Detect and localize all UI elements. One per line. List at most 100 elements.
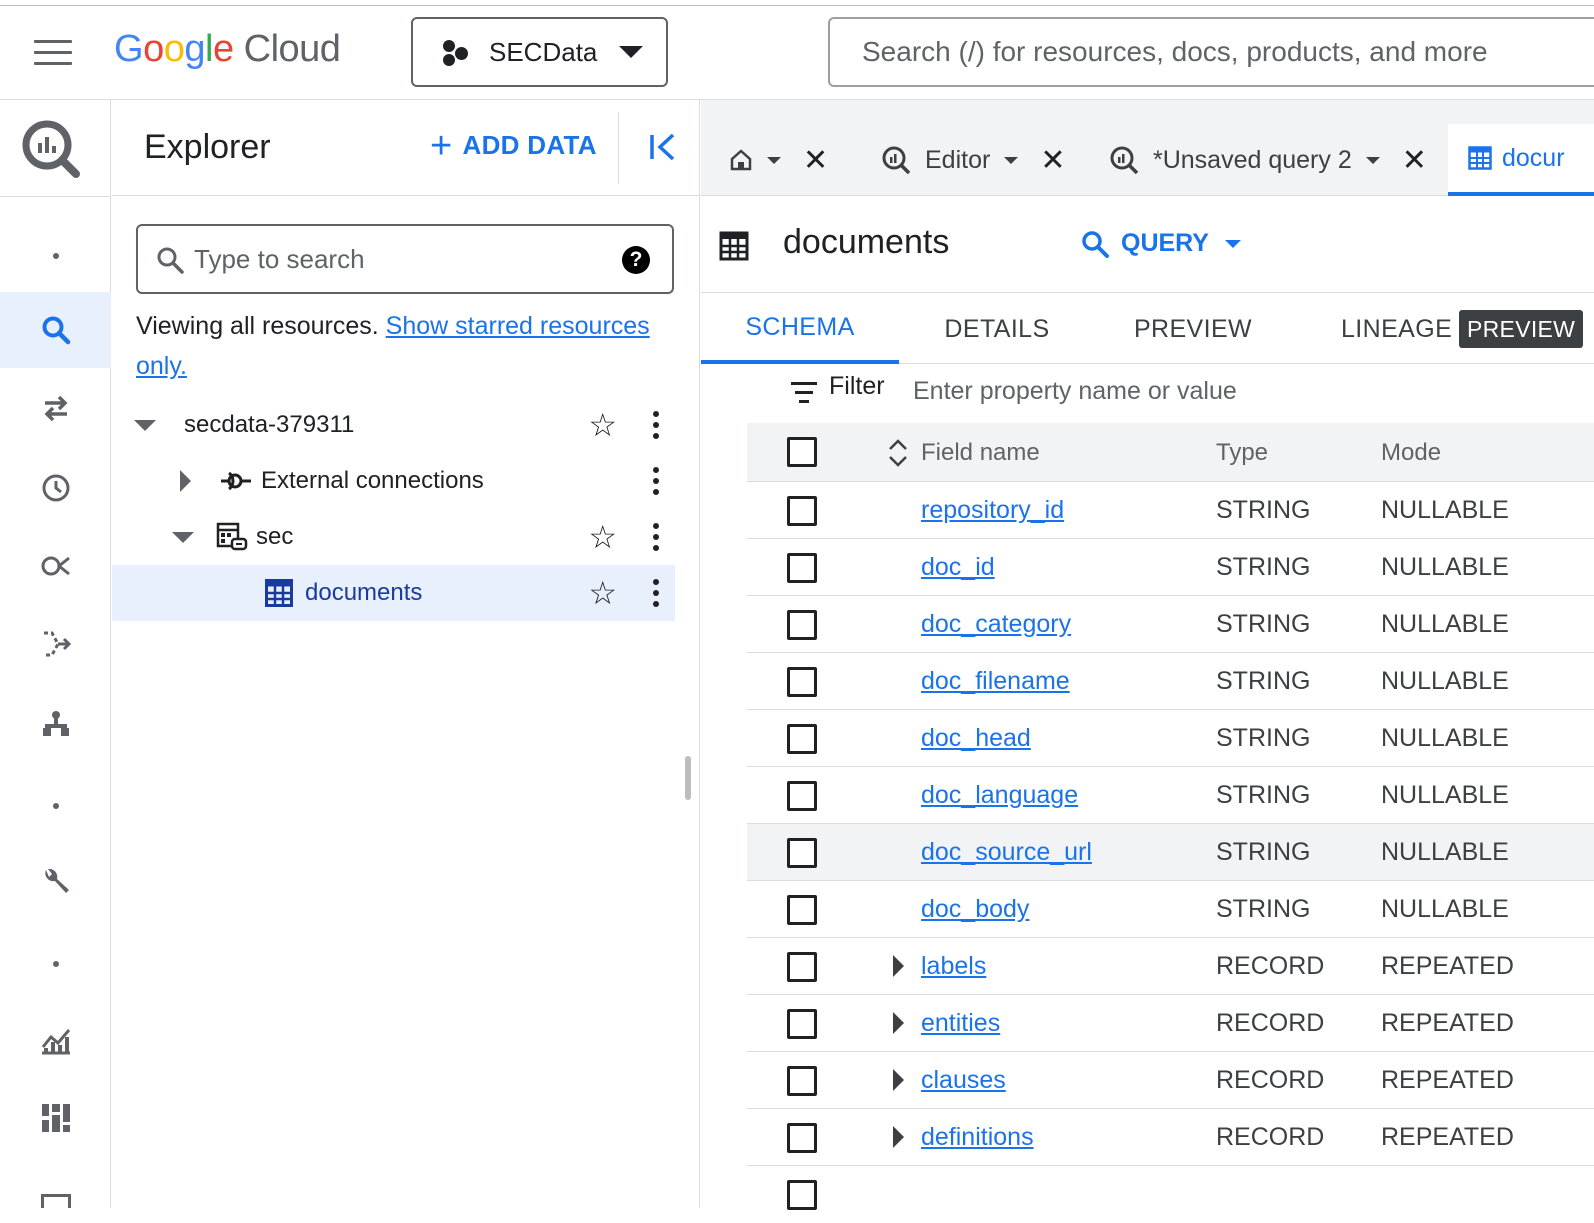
table-row[interactable]: entities RECORD REPEATED bbox=[747, 995, 1594, 1052]
rail-item-monitoring[interactable] bbox=[0, 1002, 111, 1078]
tab-schema[interactable]: SCHEMA bbox=[701, 294, 899, 364]
collapse-panel-icon[interactable] bbox=[646, 130, 680, 164]
row-checkbox[interactable] bbox=[787, 1009, 817, 1039]
row-checkbox[interactable] bbox=[787, 610, 817, 640]
chevron-down-icon[interactable] bbox=[767, 156, 781, 164]
tree-node-dataset-sec[interactable]: sec ☆ bbox=[112, 509, 675, 565]
rail-item-partner-center[interactable] bbox=[0, 686, 111, 762]
table-row[interactable]: doc_category STRING NULLABLE bbox=[747, 596, 1594, 653]
tab-details[interactable]: DETAILS bbox=[899, 294, 1095, 364]
rail-item-settings[interactable] bbox=[0, 844, 111, 920]
global-search-box[interactable] bbox=[828, 17, 1594, 87]
tree-node-external-connections[interactable]: External connections bbox=[112, 453, 675, 509]
sort-icon[interactable] bbox=[887, 437, 909, 469]
more-vert-icon[interactable] bbox=[653, 411, 659, 439]
table-row[interactable]: doc_source_url STRING NULLABLE bbox=[747, 824, 1594, 881]
tab-documents[interactable]: docur bbox=[1448, 124, 1594, 196]
row-checkbox[interactable] bbox=[787, 1066, 817, 1096]
rail-item-more-3[interactable] bbox=[0, 926, 111, 1002]
star-outline-icon[interactable]: ☆ bbox=[588, 577, 617, 609]
rail-item-more-2[interactable] bbox=[0, 768, 111, 844]
row-checkbox[interactable] bbox=[787, 496, 817, 526]
filter-icon[interactable] bbox=[791, 382, 817, 409]
close-icon[interactable]: ✕ bbox=[803, 143, 828, 178]
star-outline-icon[interactable]: ☆ bbox=[588, 521, 617, 553]
tab-editor[interactable]: Editor ✕ bbox=[881, 124, 1065, 196]
field-name-link[interactable]: definitions bbox=[921, 1123, 1034, 1152]
query-button[interactable]: QUERY bbox=[1081, 229, 1241, 258]
table-row[interactable]: doc_body STRING NULLABLE bbox=[747, 881, 1594, 938]
row-checkbox[interactable] bbox=[787, 895, 817, 925]
row-checkbox[interactable] bbox=[787, 781, 817, 811]
project-picker-button[interactable]: SECData bbox=[411, 17, 668, 87]
table-row[interactable]: doc_filename STRING NULLABLE bbox=[747, 653, 1594, 710]
rail-item-analytics-hub[interactable] bbox=[0, 528, 111, 604]
filter-input[interactable] bbox=[913, 370, 1513, 412]
field-name-link[interactable]: repository_id bbox=[921, 496, 1064, 525]
rail-item-capacity[interactable] bbox=[0, 1080, 111, 1156]
rail-item-scheduled[interactable] bbox=[0, 450, 111, 526]
table-row[interactable]: repository_id STRING NULLABLE bbox=[747, 482, 1594, 539]
field-name-link[interactable]: doc_filename bbox=[921, 667, 1070, 696]
bigquery-logo-icon[interactable] bbox=[20, 118, 82, 180]
star-outline-icon[interactable]: ☆ bbox=[588, 409, 617, 441]
expand-arrow-right-icon[interactable] bbox=[180, 470, 191, 492]
rail-item-more-4[interactable] bbox=[0, 1160, 111, 1208]
expand-arrow-down-icon[interactable] bbox=[172, 531, 194, 543]
rail-item-more-1[interactable] bbox=[0, 218, 111, 294]
table-row[interactable]: doc_id STRING NULLABLE bbox=[747, 539, 1594, 596]
more-vert-icon[interactable] bbox=[653, 523, 659, 551]
explorer-search-input[interactable] bbox=[194, 226, 614, 292]
help-icon[interactable]: ? bbox=[622, 246, 650, 274]
field-name-link[interactable]: entities bbox=[921, 1009, 1000, 1038]
add-data-button[interactable]: + ADD DATA bbox=[430, 127, 597, 165]
table-row[interactable]: definitions RECORD REPEATED bbox=[747, 1109, 1594, 1166]
field-name-link[interactable]: doc_source_url bbox=[921, 838, 1092, 867]
tab-home[interactable]: ✕ bbox=[729, 124, 828, 196]
table-row[interactable]: labels RECORD REPEATED bbox=[747, 938, 1594, 995]
row-checkbox[interactable] bbox=[787, 553, 817, 583]
chevron-down-icon[interactable] bbox=[1365, 156, 1380, 164]
expand-arrow-right-icon[interactable] bbox=[893, 1069, 904, 1091]
field-name-link[interactable]: doc_id bbox=[921, 553, 995, 582]
field-name-link[interactable]: clauses bbox=[921, 1066, 1006, 1095]
field-name-link[interactable]: doc_head bbox=[921, 724, 1031, 753]
more-vert-icon[interactable] bbox=[653, 579, 659, 607]
resize-handle[interactable] bbox=[685, 756, 691, 800]
more-vert-icon[interactable] bbox=[653, 467, 659, 495]
rail-item-search[interactable] bbox=[0, 292, 111, 368]
row-checkbox[interactable] bbox=[787, 838, 817, 868]
main-menu-icon[interactable] bbox=[34, 40, 72, 68]
expand-arrow-right-icon[interactable] bbox=[893, 1126, 904, 1148]
table-row[interactable]: clauses RECORD REPEATED bbox=[747, 1052, 1594, 1109]
tree-node-table-documents[interactable]: documents ☆ bbox=[112, 565, 675, 621]
field-name-link[interactable]: doc_body bbox=[921, 895, 1029, 924]
rail-item-dataform[interactable] bbox=[0, 606, 111, 682]
tab-preview[interactable]: PREVIEW bbox=[1095, 294, 1291, 364]
close-icon[interactable]: ✕ bbox=[1040, 143, 1065, 178]
select-all-checkbox[interactable] bbox=[787, 437, 817, 467]
explorer-search-box[interactable]: ? bbox=[136, 224, 674, 294]
row-checkbox[interactable] bbox=[787, 1180, 817, 1210]
chevron-down-icon[interactable] bbox=[1004, 156, 1019, 164]
row-checkbox[interactable] bbox=[787, 724, 817, 754]
row-checkbox[interactable] bbox=[787, 667, 817, 697]
field-name-link[interactable]: doc_language bbox=[921, 781, 1078, 810]
column-header-field-name[interactable]: Field name bbox=[921, 439, 1040, 467]
tree-node-project[interactable]: secdata-379311 ☆ bbox=[112, 397, 675, 453]
expand-arrow-right-icon[interactable] bbox=[893, 1012, 904, 1034]
row-checkbox[interactable] bbox=[787, 1123, 817, 1153]
row-checkbox[interactable] bbox=[787, 952, 817, 982]
global-search-input[interactable] bbox=[830, 19, 1594, 85]
close-icon[interactable]: ✕ bbox=[1402, 143, 1427, 178]
google-cloud-logo[interactable]: Google Cloud bbox=[114, 28, 341, 71]
expand-arrow-right-icon[interactable] bbox=[893, 955, 904, 977]
table-row[interactable]: doc_language STRING NULLABLE bbox=[747, 767, 1594, 824]
expand-arrow-down-icon[interactable] bbox=[134, 419, 156, 431]
tab-unsaved-query[interactable]: *Unsaved query 2 ✕ bbox=[1109, 124, 1427, 196]
table-row[interactable]: doc_head STRING NULLABLE bbox=[747, 710, 1594, 767]
rail-item-transfers[interactable] bbox=[0, 370, 111, 446]
pipeline-icon bbox=[43, 631, 71, 657]
field-name-link[interactable]: doc_category bbox=[921, 610, 1071, 639]
field-name-link[interactable]: labels bbox=[921, 952, 986, 981]
